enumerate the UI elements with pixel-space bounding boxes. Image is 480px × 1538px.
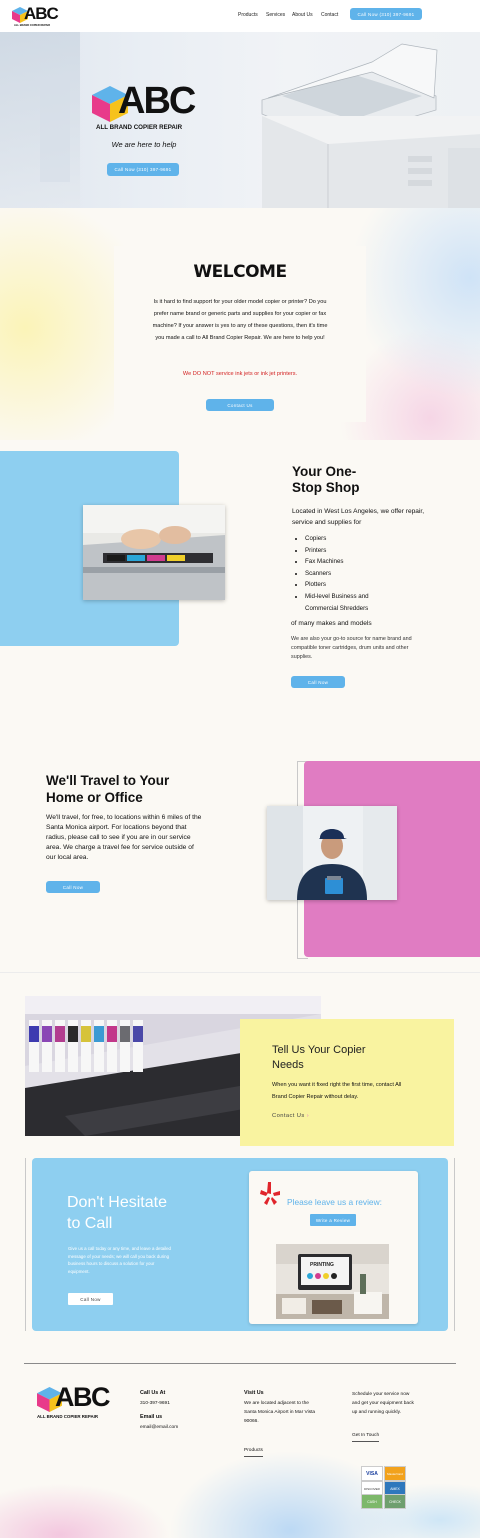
footer-schedule: Schedule your service now and get your e… xyxy=(352,1392,414,1415)
footer-logo-sub: ALL BRAND COPIER REPAIR xyxy=(37,1414,99,1419)
travel-title: We'll Travel to Your Home or Office xyxy=(46,772,169,806)
welcome-contact-button[interactable]: Contact Us xyxy=(206,399,274,411)
hero-bg-window xyxy=(40,72,70,182)
welcome-card: WELCOME Is it hard to find support for y… xyxy=(114,246,366,422)
payment-mastercard-icon: MasterCard xyxy=(384,1466,406,1481)
review-card: Please leave us a review: Write a Review… xyxy=(249,1171,418,1324)
one-stop-list: Copiers Printers Fax Machines Scanners P… xyxy=(292,533,425,614)
welcome-section: WELCOME Is it hard to find support for y… xyxy=(0,208,480,440)
travel-title-line1: We'll Travel to Your xyxy=(46,773,170,788)
footer-email[interactable]: email@email.com xyxy=(140,1423,178,1432)
one-stop-note: We are also your go-to source for name b… xyxy=(291,636,412,660)
footer-address: We are located adjacent to the Santa Mon… xyxy=(244,1401,316,1424)
site-footer: ABC ALL BRAND COPIER REPAIR Call Us At 3… xyxy=(0,1340,480,1538)
header-call-button[interactable]: Call Now (310) 397-9691 xyxy=(350,8,422,20)
footer-call-heading: Call Us At xyxy=(140,1390,166,1396)
welcome-warning: We DO NOT service ink jets or ink jet pr… xyxy=(182,371,298,377)
cta-section: Don't Hesitate to Call Give us a call to… xyxy=(0,1150,480,1340)
cta-call-button[interactable]: Call Now xyxy=(68,1293,113,1305)
nav-products[interactable]: Products xyxy=(238,12,258,18)
tell-us-contact-link[interactable]: Contact Us › xyxy=(272,1113,309,1119)
travel-body: We'll travel, for free, to locations wit… xyxy=(46,814,202,861)
list-item: Copiers xyxy=(305,533,425,545)
nav-services[interactable]: Services xyxy=(266,12,285,18)
write-review-button[interactable]: Write a Review xyxy=(310,1214,356,1226)
one-stop-section: Your One- Stop Shop Located in West Los … xyxy=(0,440,480,740)
cta-title: Don't Hesitate to Call xyxy=(67,1192,167,1234)
tell-us-title-line1: Tell Us Your Copier xyxy=(272,1044,366,1056)
footer-logo-text: ABC xyxy=(55,1382,111,1412)
cta-left-rule xyxy=(25,1158,26,1331)
footer-get-in-touch-link[interactable]: Get In Touch xyxy=(352,1431,380,1442)
nav-contact[interactable]: Contact xyxy=(321,12,338,18)
hero-call-button[interactable]: Call Now (310) 397-9691 xyxy=(107,163,179,176)
cta-body: Give us a call today or any time, and le… xyxy=(68,1246,171,1274)
footer-phone[interactable]: 310-397-9691 xyxy=(140,1399,170,1408)
travel-section: We'll Travel to Your Home or Office We'l… xyxy=(0,740,480,972)
cta-title-line1: Don't Hesitate xyxy=(67,1194,167,1211)
cta-title-line2: to Call xyxy=(67,1215,113,1232)
printing-image-label: PRINTING xyxy=(310,1262,334,1268)
list-item: Mid-level Business and Commercial Shredd… xyxy=(305,591,395,614)
welcome-title: WELCOME xyxy=(193,262,287,282)
travel-title-line2: Home or Office xyxy=(46,790,143,805)
footer-top-rule xyxy=(24,1363,456,1364)
hero-logo-text: ABC xyxy=(118,80,196,122)
hero-copier-image xyxy=(261,43,480,208)
header-logo[interactable]: ABC ALL BRAND COPIER REPAIR xyxy=(12,4,59,27)
payment-check-icon: CHECK xyxy=(384,1494,406,1509)
payment-cash-icon: CASH xyxy=(361,1494,383,1509)
travel-call-button[interactable]: Call Now xyxy=(46,881,100,893)
toner-service-image xyxy=(83,505,225,600)
technician-image xyxy=(267,806,397,900)
tell-us-title-line2: Needs xyxy=(272,1059,304,1071)
hero-logo-sub: ALL BRAND COPIER REPAIR xyxy=(96,124,183,131)
tell-us-title: Tell Us Your Copier Needs xyxy=(272,1043,366,1073)
one-stop-makes: of many makes and models xyxy=(291,620,372,627)
one-stop-title: Your One- Stop Shop xyxy=(292,464,360,496)
hero-tagline: We are here to help xyxy=(111,140,177,149)
list-item: Scanners xyxy=(305,568,425,580)
footer-logo[interactable]: ABC ALL BRAND COPIER REPAIR xyxy=(37,1382,111,1422)
tell-us-body: When you want it fixed right the first t… xyxy=(272,1082,402,1100)
one-stop-intro: Located in West Los Angeles, we offer re… xyxy=(292,508,425,526)
header-logo-text: ABC xyxy=(24,4,59,23)
one-stop-call-button[interactable]: Call Now xyxy=(291,676,345,688)
footer-visit-heading: Visit Us xyxy=(244,1390,264,1396)
list-item: Printers xyxy=(305,545,425,557)
footer-products-link[interactable]: Products xyxy=(244,1446,263,1457)
hero-logo: ABC ALL BRAND COPIER REPAIR xyxy=(92,80,196,134)
tell-us-section: Tell Us Your Copier Needs When you want … xyxy=(0,973,480,1150)
hero-section: ABC ALL BRAND COPIER REPAIR We are here … xyxy=(0,32,480,208)
cta-right-rule xyxy=(454,1158,455,1331)
one-stop-title-line2: Stop Shop xyxy=(292,480,360,495)
review-title: Please leave us a review: xyxy=(287,1197,382,1207)
welcome-body: Is it hard to find support for your olde… xyxy=(152,299,328,341)
yelp-icon[interactable] xyxy=(259,1181,281,1207)
chevron-right-icon: › xyxy=(306,1113,310,1119)
site-header: ABC ALL BRAND COPIER REPAIR Products Ser… xyxy=(0,0,480,32)
footer-email-heading: Email us xyxy=(140,1414,163,1420)
list-item: Plotters xyxy=(305,579,425,591)
tell-us-link-label: Contact Us xyxy=(272,1113,305,1119)
printing-image: PRINTING xyxy=(276,1244,389,1319)
payment-visa-icon: VISA xyxy=(361,1466,383,1481)
one-stop-title-line1: Your One- xyxy=(292,464,357,479)
header-logo-sub: ALL BRAND COPIER REPAIR xyxy=(14,24,51,27)
list-item: Fax Machines xyxy=(305,556,425,568)
nav-about-us[interactable]: About Us xyxy=(292,12,313,18)
